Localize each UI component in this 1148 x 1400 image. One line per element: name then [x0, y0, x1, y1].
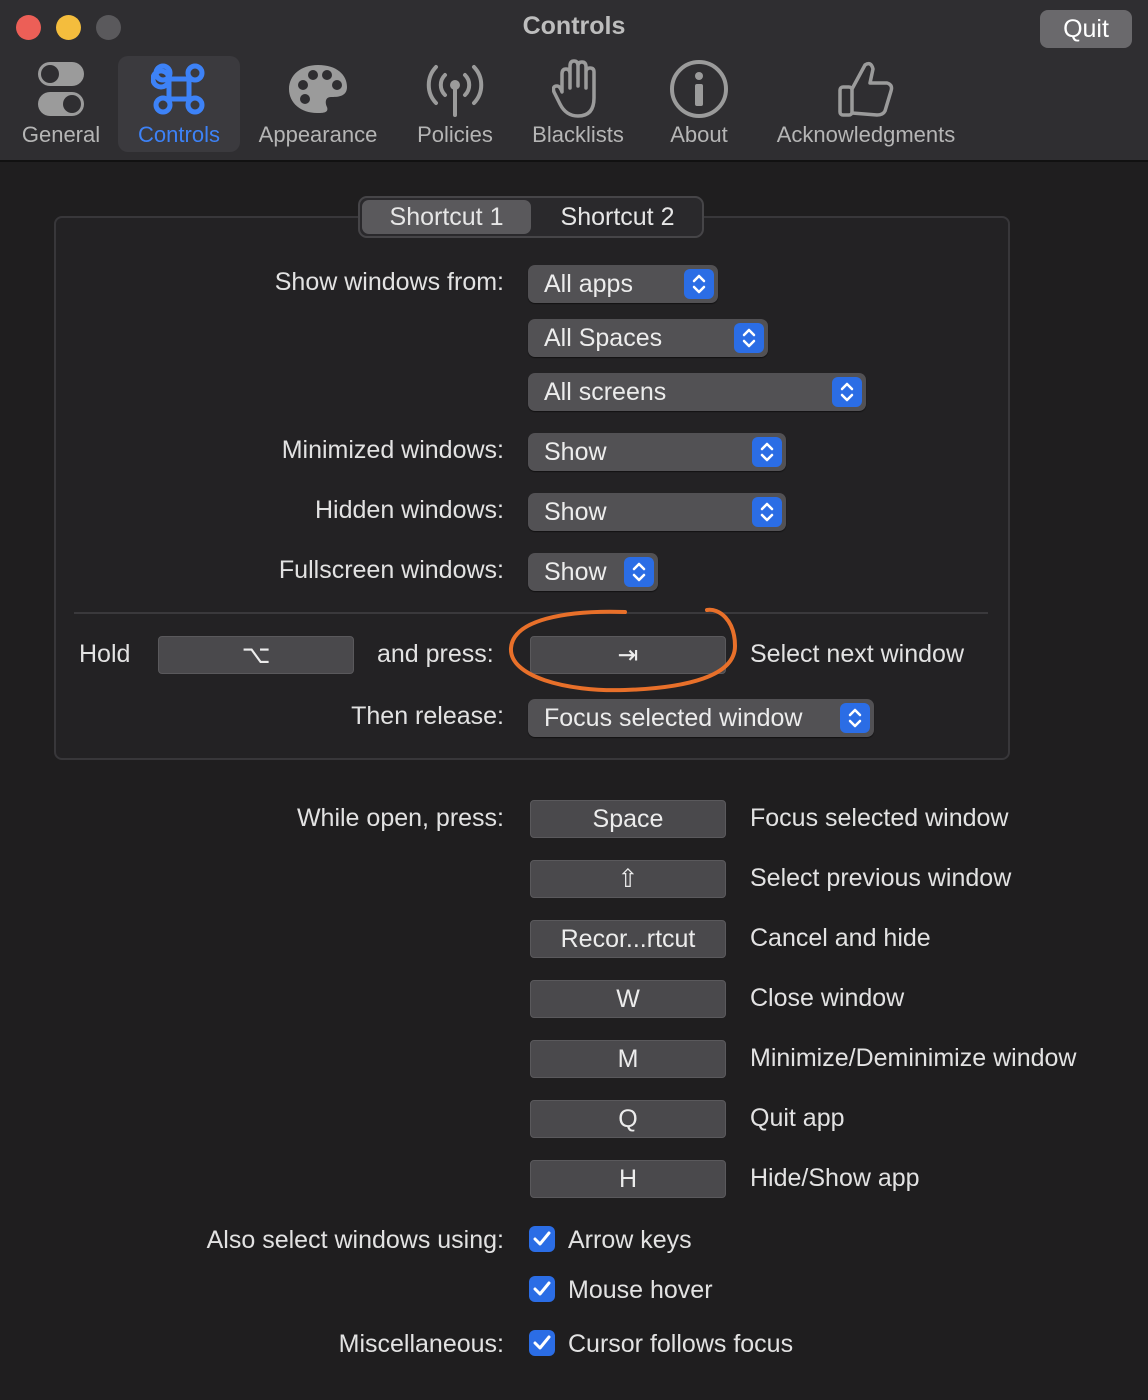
while-open-label: While open, press: — [296, 804, 504, 832]
release-action-popup[interactable]: Focus selected window — [528, 699, 874, 737]
screens-filter-popup[interactable]: All screens — [528, 373, 866, 411]
tab-general[interactable]: General — [16, 56, 106, 152]
space-key-recorder[interactable]: Space — [530, 800, 726, 838]
hidden-windows-label: Hidden windows: — [315, 496, 504, 524]
thumbs-up-icon — [837, 56, 895, 122]
palette-icon — [287, 56, 349, 122]
shortcut-action-label: Minimize/Deminimize window — [750, 1044, 1077, 1072]
popup-value: Show — [544, 557, 607, 586]
cancel-key-recorder[interactable]: Recor...rtcut — [530, 920, 726, 958]
chevron-updown-icon — [684, 269, 714, 299]
tab-about[interactable]: About — [664, 56, 734, 152]
tab-label: About — [670, 122, 728, 147]
hold-label: Hold — [79, 640, 131, 668]
chevron-updown-icon — [832, 377, 862, 407]
popup-value: Show — [544, 497, 607, 526]
chevron-updown-icon — [734, 323, 764, 353]
tab-label: General — [21, 122, 101, 147]
minimized-windows-popup[interactable]: Show — [528, 433, 786, 471]
quit-key-recorder[interactable]: Q — [530, 1100, 726, 1138]
then-release-label: Then release: — [351, 702, 504, 730]
tab-label: Blacklists — [532, 122, 624, 147]
window-title: Controls — [522, 12, 626, 40]
hand-icon — [552, 56, 604, 122]
chevron-updown-icon — [752, 497, 782, 527]
quit-button[interactable]: Quit — [1040, 10, 1132, 48]
select-next-window-label: Select next window — [750, 640, 965, 668]
tab-policies[interactable]: Policies — [412, 56, 498, 152]
tab-label: Appearance — [258, 122, 378, 147]
mouse-hover-label: Mouse hover — [568, 1276, 713, 1304]
popup-value: All Spaces — [544, 323, 663, 352]
tab-label: Acknowledgments — [776, 122, 956, 147]
and-press-label: and press: — [377, 640, 494, 668]
shortcut-action-label: Cancel and hide — [750, 924, 931, 952]
hide-key-recorder[interactable]: H — [530, 1160, 726, 1198]
miscellaneous-label: Miscellaneous: — [338, 1330, 504, 1358]
shift-key-recorder[interactable]: ⇧ — [530, 860, 726, 898]
popup-value: All apps — [544, 269, 633, 298]
command-icon — [151, 56, 207, 122]
annotation-circle — [508, 607, 738, 693]
antenna-icon — [424, 56, 486, 122]
spaces-filter-popup[interactable]: All Spaces — [528, 319, 768, 357]
info-icon — [669, 56, 729, 122]
tab-controls[interactable]: Controls — [118, 56, 240, 152]
chevron-updown-icon — [624, 557, 654, 587]
shortcut-action-label: Focus selected window — [750, 804, 1009, 832]
close-key-recorder[interactable]: W — [530, 980, 726, 1018]
tab-appearance[interactable]: Appearance — [254, 56, 382, 152]
also-select-label: Also select windows using: — [206, 1226, 504, 1254]
popup-value: Show — [544, 437, 607, 466]
arrow-keys-label: Arrow keys — [568, 1226, 692, 1254]
checkmark-icon — [533, 1335, 551, 1350]
tab-shortcut-2[interactable]: Shortcut 2 — [533, 198, 702, 236]
arrow-keys-checkbox[interactable] — [529, 1226, 555, 1252]
checkmark-icon — [533, 1281, 551, 1296]
shortcut-action-label: Select previous window — [750, 864, 1012, 892]
cursor-follows-focus-checkbox[interactable] — [529, 1330, 555, 1356]
tab-blacklists[interactable]: Blacklists — [524, 56, 632, 152]
tab-label: Policies — [417, 122, 493, 147]
shortcut-action-label: Quit app — [750, 1104, 845, 1132]
tab-label: Controls — [138, 122, 220, 147]
fullscreen-windows-label: Fullscreen windows: — [278, 556, 504, 584]
tab-acknowledgments[interactable]: Acknowledgments — [768, 56, 964, 152]
chevron-updown-icon — [752, 437, 782, 467]
show-windows-from-label: Show windows from: — [274, 268, 504, 296]
popup-value: Focus selected window — [544, 703, 803, 732]
tab-shortcut-1[interactable]: Shortcut 1 — [362, 200, 531, 234]
minimized-windows-label: Minimized windows: — [281, 436, 504, 464]
toggles-icon — [36, 56, 86, 122]
cursor-follows-focus-label: Cursor follows focus — [568, 1330, 794, 1358]
window-toolbar: Controls Quit General Controls Appearanc… — [0, 0, 1148, 162]
shortcut-segmented-control[interactable]: Shortcut 1 Shortcut 2 — [358, 196, 704, 238]
shortcut-action-label: Hide/Show app — [750, 1164, 920, 1192]
minimize-key-recorder[interactable]: M — [530, 1040, 726, 1078]
apps-filter-popup[interactable]: All apps — [528, 265, 718, 303]
fullscreen-windows-popup[interactable]: Show — [528, 553, 658, 591]
shortcut-action-label: Close window — [750, 984, 905, 1012]
hidden-windows-popup[interactable]: Show — [528, 493, 786, 531]
hold-key-recorder[interactable]: ⌥ — [158, 636, 354, 674]
chevron-updown-icon — [840, 703, 870, 733]
popup-value: All screens — [544, 377, 667, 406]
checkmark-icon — [533, 1231, 551, 1246]
mouse-hover-checkbox[interactable] — [529, 1276, 555, 1302]
